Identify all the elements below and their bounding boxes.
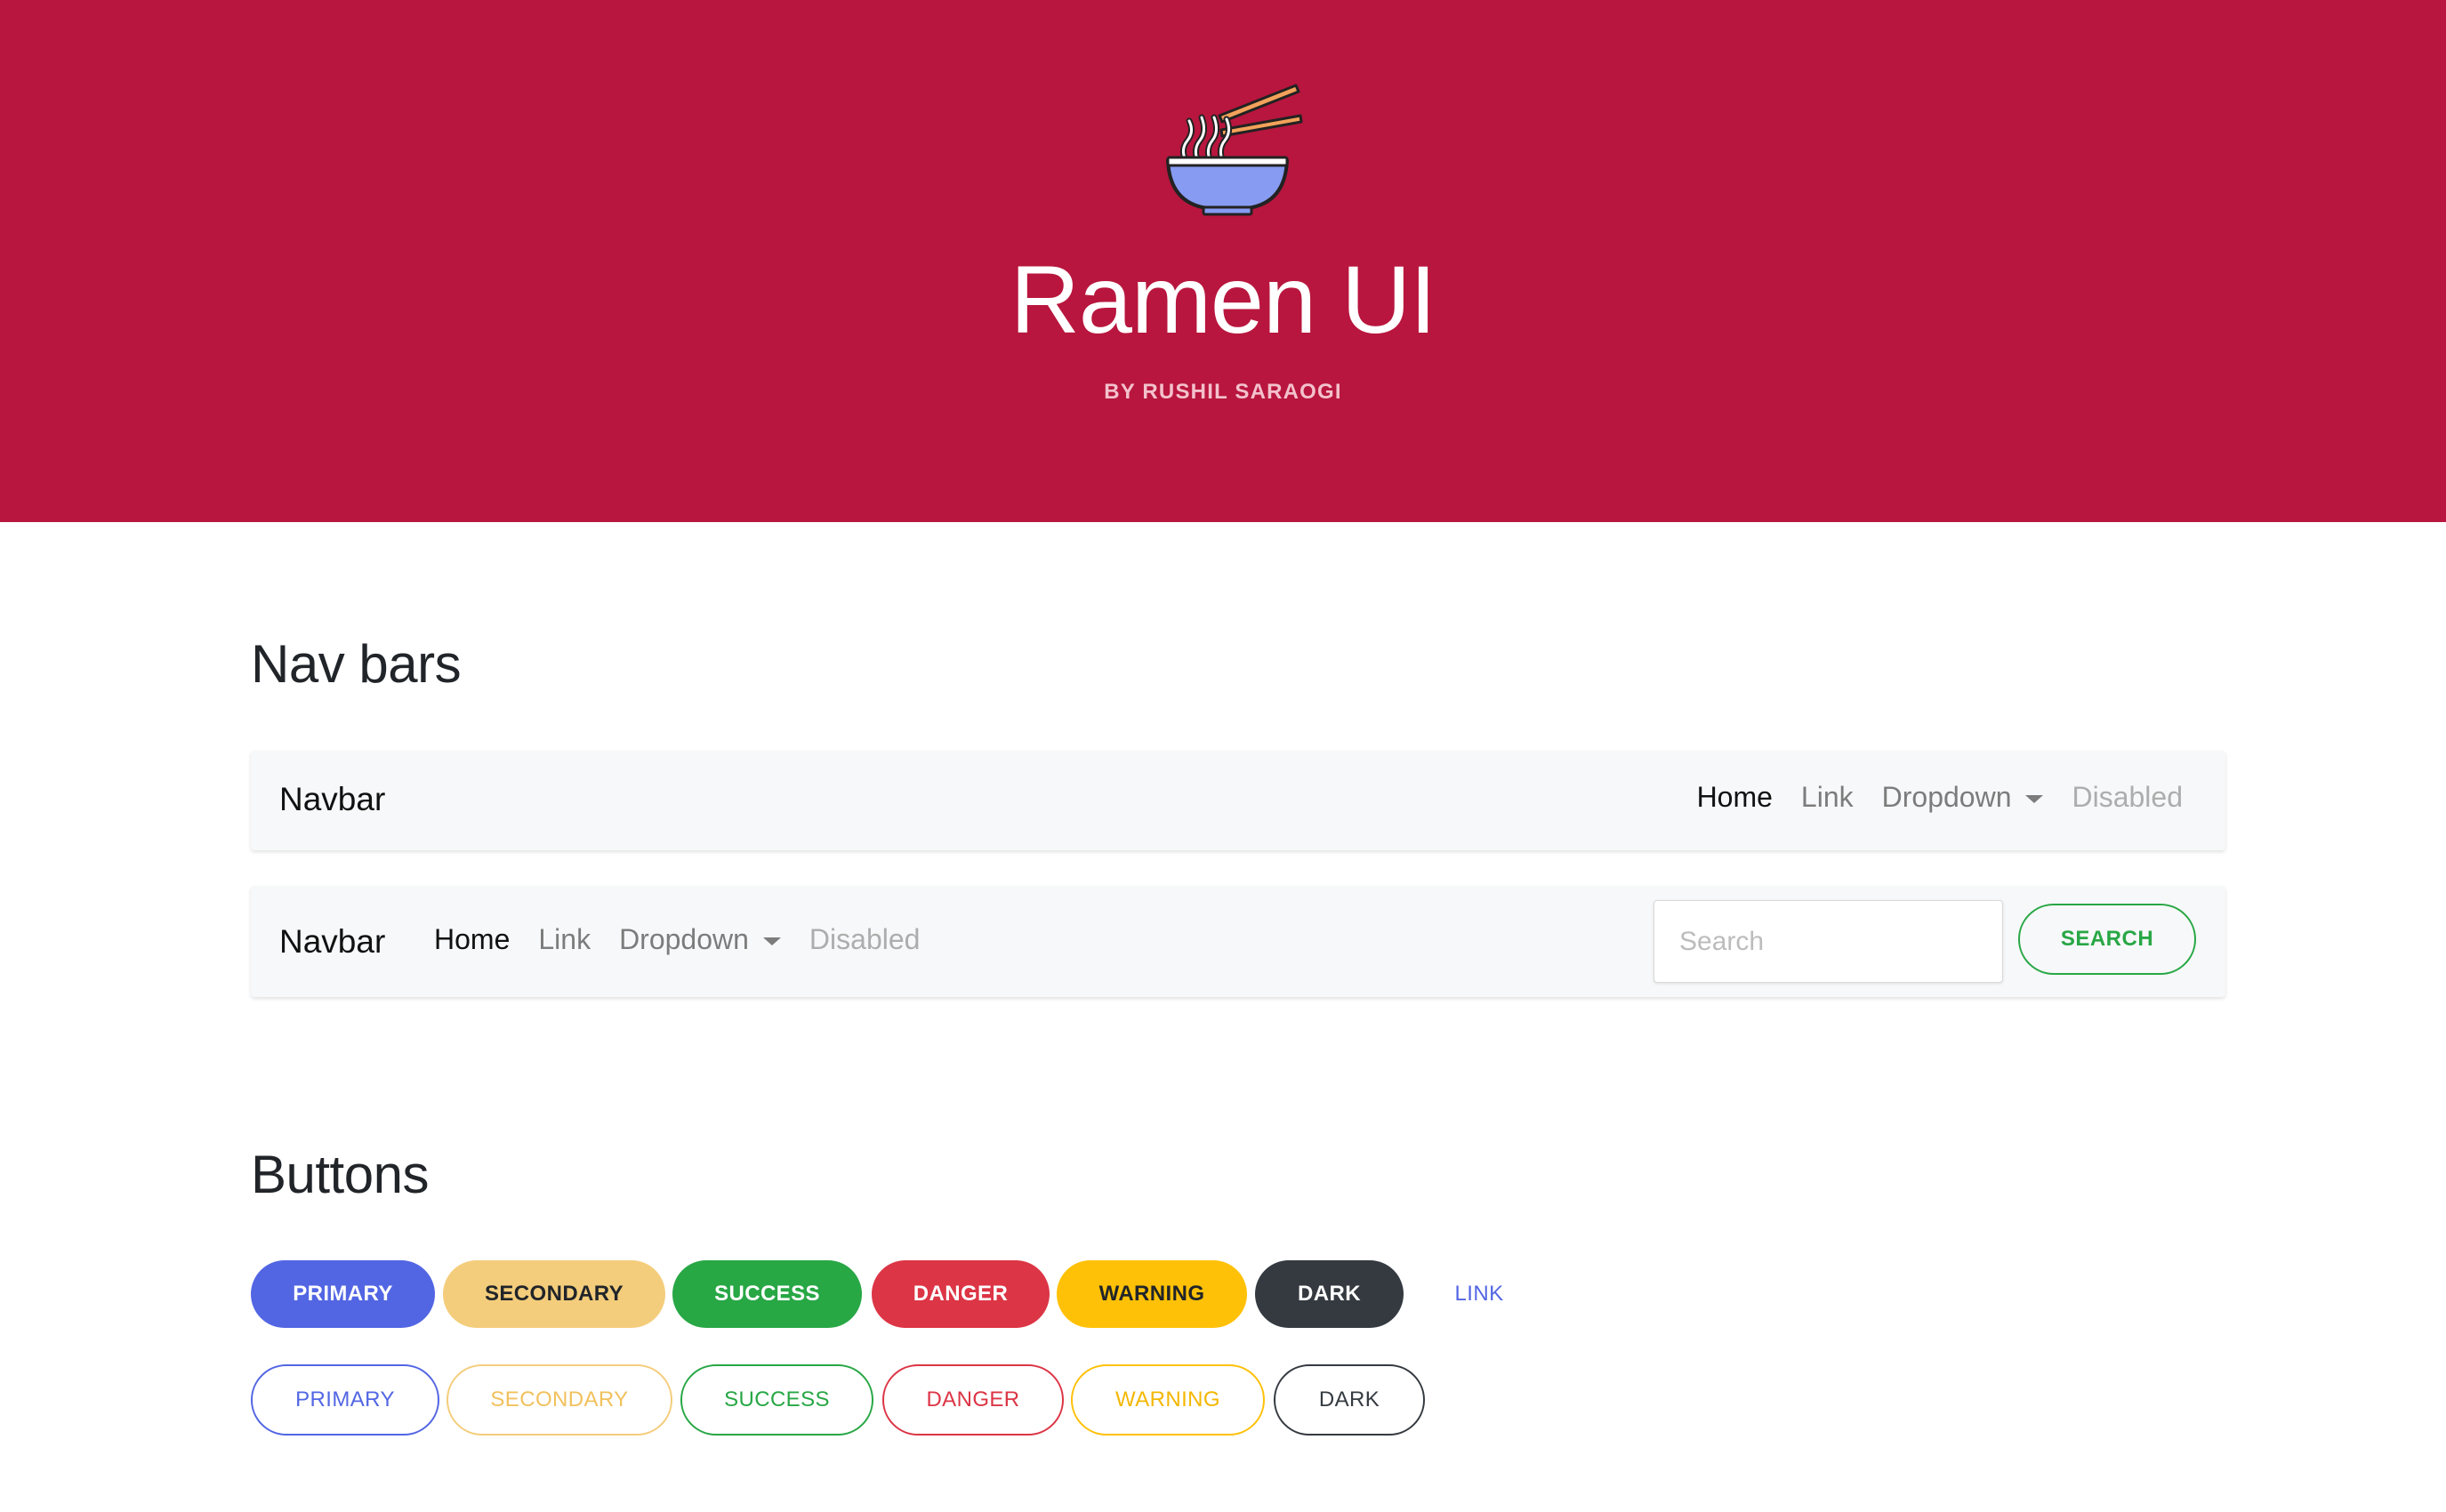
site-subtitle: BY RUSHIL SARAOGI [1104, 380, 1342, 404]
nav-link-disabled: Disabled [2072, 781, 2183, 813]
navbar-example-2: Navbar Home Link Dropdown Disabled SEARC… [251, 886, 2225, 997]
nav-dropdown-label: Dropdown [1881, 781, 2012, 813]
nav-dropdown-toggle[interactable]: Dropdown [1882, 781, 2044, 814]
nav-link-link[interactable]: Link [1801, 781, 1854, 814]
link-button[interactable]: LINK [1421, 1260, 1537, 1328]
primary-outline-button[interactable]: PRIMARY [251, 1364, 439, 1436]
nav-link-home[interactable]: Home [1697, 781, 1773, 814]
navbar-brand[interactable]: Navbar [279, 923, 385, 961]
nav-link-link[interactable]: Link [538, 923, 591, 956]
hero-header: Ramen UI BY RUSHIL SARAOGI [0, 0, 2446, 522]
danger-button[interactable]: DANGER [872, 1260, 1050, 1328]
navbars-heading: Nav bars [251, 634, 462, 694]
dark-button[interactable]: DARK [1255, 1260, 1404, 1328]
navbar-links: Home Link Dropdown Disabled [1697, 781, 2183, 814]
search-button[interactable]: SEARCH [2018, 904, 2196, 975]
warning-outline-button[interactable]: WARNING [1071, 1364, 1265, 1436]
secondary-outline-button[interactable]: SECONDARY [447, 1364, 672, 1436]
success-outline-button[interactable]: SUCCESS [680, 1364, 873, 1436]
primary-button[interactable]: PRIMARY [251, 1260, 435, 1328]
navbar-links: Home Link Dropdown Disabled [434, 923, 920, 956]
danger-outline-button[interactable]: DANGER [882, 1364, 1064, 1436]
ramen-bowl-icon [1166, 84, 1303, 216]
navbar-brand[interactable]: Navbar [279, 781, 385, 818]
buttons-heading: Buttons [251, 1145, 429, 1204]
caret-down-icon [762, 937, 781, 946]
search-input[interactable] [1653, 900, 2003, 983]
caret-down-icon [2025, 795, 2044, 804]
nav-dropdown-toggle[interactable]: Dropdown [619, 923, 781, 956]
nav-link-disabled: Disabled [809, 923, 921, 955]
dark-outline-button[interactable]: DARK [1274, 1364, 1425, 1436]
navbar-example-1: Navbar Home Link Dropdown Disabled [251, 751, 2225, 850]
secondary-button[interactable]: SECONDARY [443, 1260, 665, 1328]
success-button[interactable]: SUCCESS [672, 1260, 862, 1328]
warning-button[interactable]: WARNING [1057, 1260, 1247, 1328]
site-title: Ramen UI [1010, 245, 1436, 353]
nav-link-home[interactable]: Home [434, 923, 510, 956]
nav-dropdown-label: Dropdown [619, 923, 749, 955]
